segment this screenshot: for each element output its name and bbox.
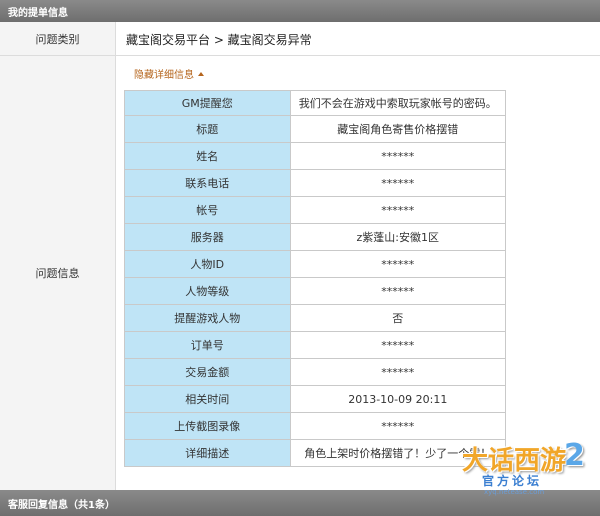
detail-value: z紫蓬山:安徽1区 xyxy=(289,223,507,251)
detail-key: 交易金额 xyxy=(124,358,291,386)
detail-key: 帐号 xyxy=(124,196,291,224)
detail-row: 帐号 ****** xyxy=(124,196,507,224)
detail-key: GM提醒您 xyxy=(124,90,291,116)
watermark-logo: 大话西游 2 官方论坛 xyq.netease.com xyxy=(462,438,600,500)
detail-key: 服务器 xyxy=(124,223,291,251)
detail-value: ****** xyxy=(289,331,507,359)
hide-details-label: 隐藏详细信息 xyxy=(134,70,194,81)
detail-row: 详细描述 角色上架时价格摆错了！少了一个零！ xyxy=(124,439,507,467)
detail-value: ****** xyxy=(289,358,507,386)
detail-row: 姓名 ****** xyxy=(124,142,507,170)
detail-key: 提醒游戏人物 xyxy=(124,304,291,332)
detail-row: 标题 藏宝阁角色寄售价格摆错 xyxy=(124,115,507,143)
logo-sub-text: 官方论坛 xyxy=(482,474,543,488)
issue-info-row: 问题信息 隐藏详细信息 GM提醒您 我们不会在游戏中索取玩家帐号的密码。 标题 藏宝阁… xyxy=(0,56,600,490)
detail-row: 相关时间 2013-10-09 20:11 xyxy=(124,385,507,413)
detail-value: ****** xyxy=(289,250,507,278)
detail-key: 姓名 xyxy=(124,142,291,170)
issue-info-label: 问题信息 xyxy=(0,56,116,490)
detail-key: 相关时间 xyxy=(124,385,291,413)
detail-row: 人物ID ****** xyxy=(124,250,507,278)
detail-key: 订单号 xyxy=(124,331,291,359)
detail-row: GM提醒您 我们不会在游戏中索取玩家帐号的密码。 xyxy=(124,90,507,116)
detail-table: GM提醒您 我们不会在游戏中索取玩家帐号的密码。 标题 藏宝阁角色寄售价格摆错 姓名 **… xyxy=(124,90,507,467)
issue-type-value: 藏宝阁交易平台 > 藏宝阁交易异常 xyxy=(126,32,312,47)
detail-value: ****** xyxy=(289,277,507,305)
issue-type-label: 问题类别 xyxy=(0,22,116,55)
logo-number: 2 xyxy=(564,438,585,473)
detail-key: 上传截图录像 xyxy=(124,412,291,440)
detail-row: 订单号 ****** xyxy=(124,331,507,359)
detail-value: 藏宝阁角色寄售价格摆错 xyxy=(289,115,507,143)
detail-value: 否 xyxy=(289,304,507,332)
detail-value: 我们不会在游戏中索取玩家帐号的密码。 xyxy=(289,90,507,116)
section-title: 客服回复信息（共1条） xyxy=(8,499,115,511)
logo-url: xyq.netease.com xyxy=(484,488,545,496)
caret-up-icon xyxy=(198,71,204,76)
section-header-my-ticket: 我的提单信息 xyxy=(0,0,600,22)
detail-key: 人物ID xyxy=(124,250,291,278)
detail-value: ****** xyxy=(289,142,507,170)
issue-type-row: 问题类别 藏宝阁交易平台 > 藏宝阁交易异常 xyxy=(0,22,600,56)
detail-value: ****** xyxy=(289,412,507,440)
detail-value: ****** xyxy=(289,196,507,224)
detail-value: ****** xyxy=(289,169,507,197)
detail-value: 2013-10-09 20:11 xyxy=(289,385,507,413)
detail-key: 详细描述 xyxy=(124,439,291,467)
section-title: 我的提单信息 xyxy=(8,7,68,19)
detail-row: 交易金额 ****** xyxy=(124,358,507,386)
detail-key: 联系电话 xyxy=(124,169,291,197)
detail-row: 人物等级 ****** xyxy=(124,277,507,305)
detail-key: 标题 xyxy=(124,115,291,143)
detail-row: 提醒游戏人物否 xyxy=(124,304,507,332)
detail-row: 上传截图录像 ****** xyxy=(124,412,507,440)
detail-row: 服务器 z紫蓬山:安徽1区 xyxy=(124,223,507,251)
detail-key: 人物等级 xyxy=(124,277,291,305)
detail-row: 联系电话 ****** xyxy=(124,169,507,197)
hide-details-toggle[interactable]: 隐藏详细信息 xyxy=(134,66,204,81)
